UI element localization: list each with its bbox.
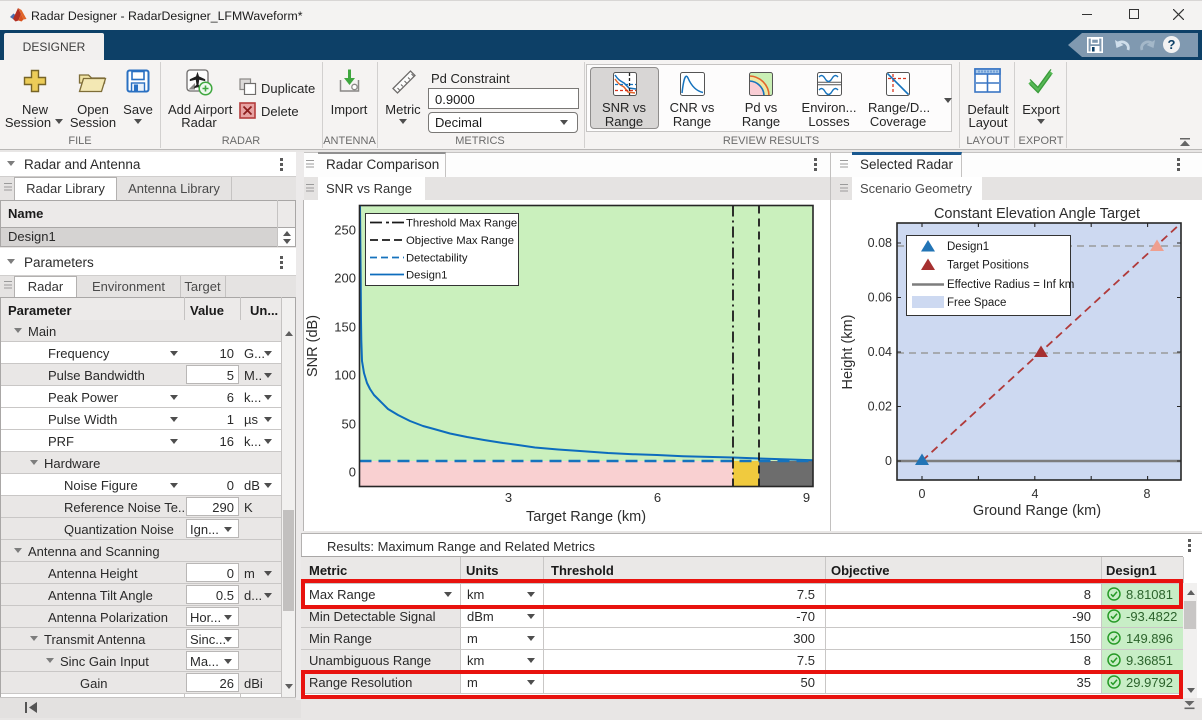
- svg-text:Height (km): Height (km): [840, 315, 856, 390]
- svg-text:0.08: 0.08: [868, 236, 892, 250]
- svg-text:150: 150: [334, 320, 356, 335]
- svg-text:200: 200: [334, 271, 356, 286]
- svg-text:6: 6: [654, 490, 661, 505]
- svg-text:Constant Elevation Angle Targe: Constant Elevation Angle Target: [934, 206, 1140, 222]
- svg-text:Free Space: Free Space: [947, 297, 1006, 309]
- svg-text:0.06: 0.06: [868, 291, 892, 305]
- svg-text:100: 100: [334, 368, 356, 383]
- svg-text:4: 4: [1032, 487, 1039, 501]
- svg-text:Design1: Design1: [947, 241, 989, 253]
- svg-text:Effective Radius = Inf km: Effective Radius = Inf km: [947, 279, 1074, 291]
- svg-text:8: 8: [1144, 487, 1151, 501]
- svg-text:0.04: 0.04: [868, 345, 892, 359]
- svg-text:Design1: Design1: [406, 270, 447, 282]
- svg-text:0: 0: [919, 487, 926, 501]
- svg-text:9: 9: [803, 490, 810, 505]
- svg-text:3: 3: [505, 490, 512, 505]
- svg-text:0: 0: [349, 465, 356, 480]
- svg-text:0: 0: [885, 454, 892, 468]
- svg-text:50: 50: [342, 417, 356, 432]
- svg-text:0.02: 0.02: [868, 400, 892, 414]
- svg-text:Target Range (km): Target Range (km): [526, 509, 646, 525]
- svg-text:250: 250: [334, 223, 356, 238]
- svg-text:SNR (dB): SNR (dB): [305, 315, 321, 377]
- svg-text:Threshold Max Range: Threshold Max Range: [406, 218, 517, 230]
- svg-text:Ground Range (km): Ground Range (km): [973, 503, 1101, 519]
- svg-text:Objective Max Range: Objective Max Range: [406, 235, 514, 247]
- svg-text:Target Positions: Target Positions: [947, 260, 1029, 272]
- svg-text:Detectability: Detectability: [406, 253, 468, 265]
